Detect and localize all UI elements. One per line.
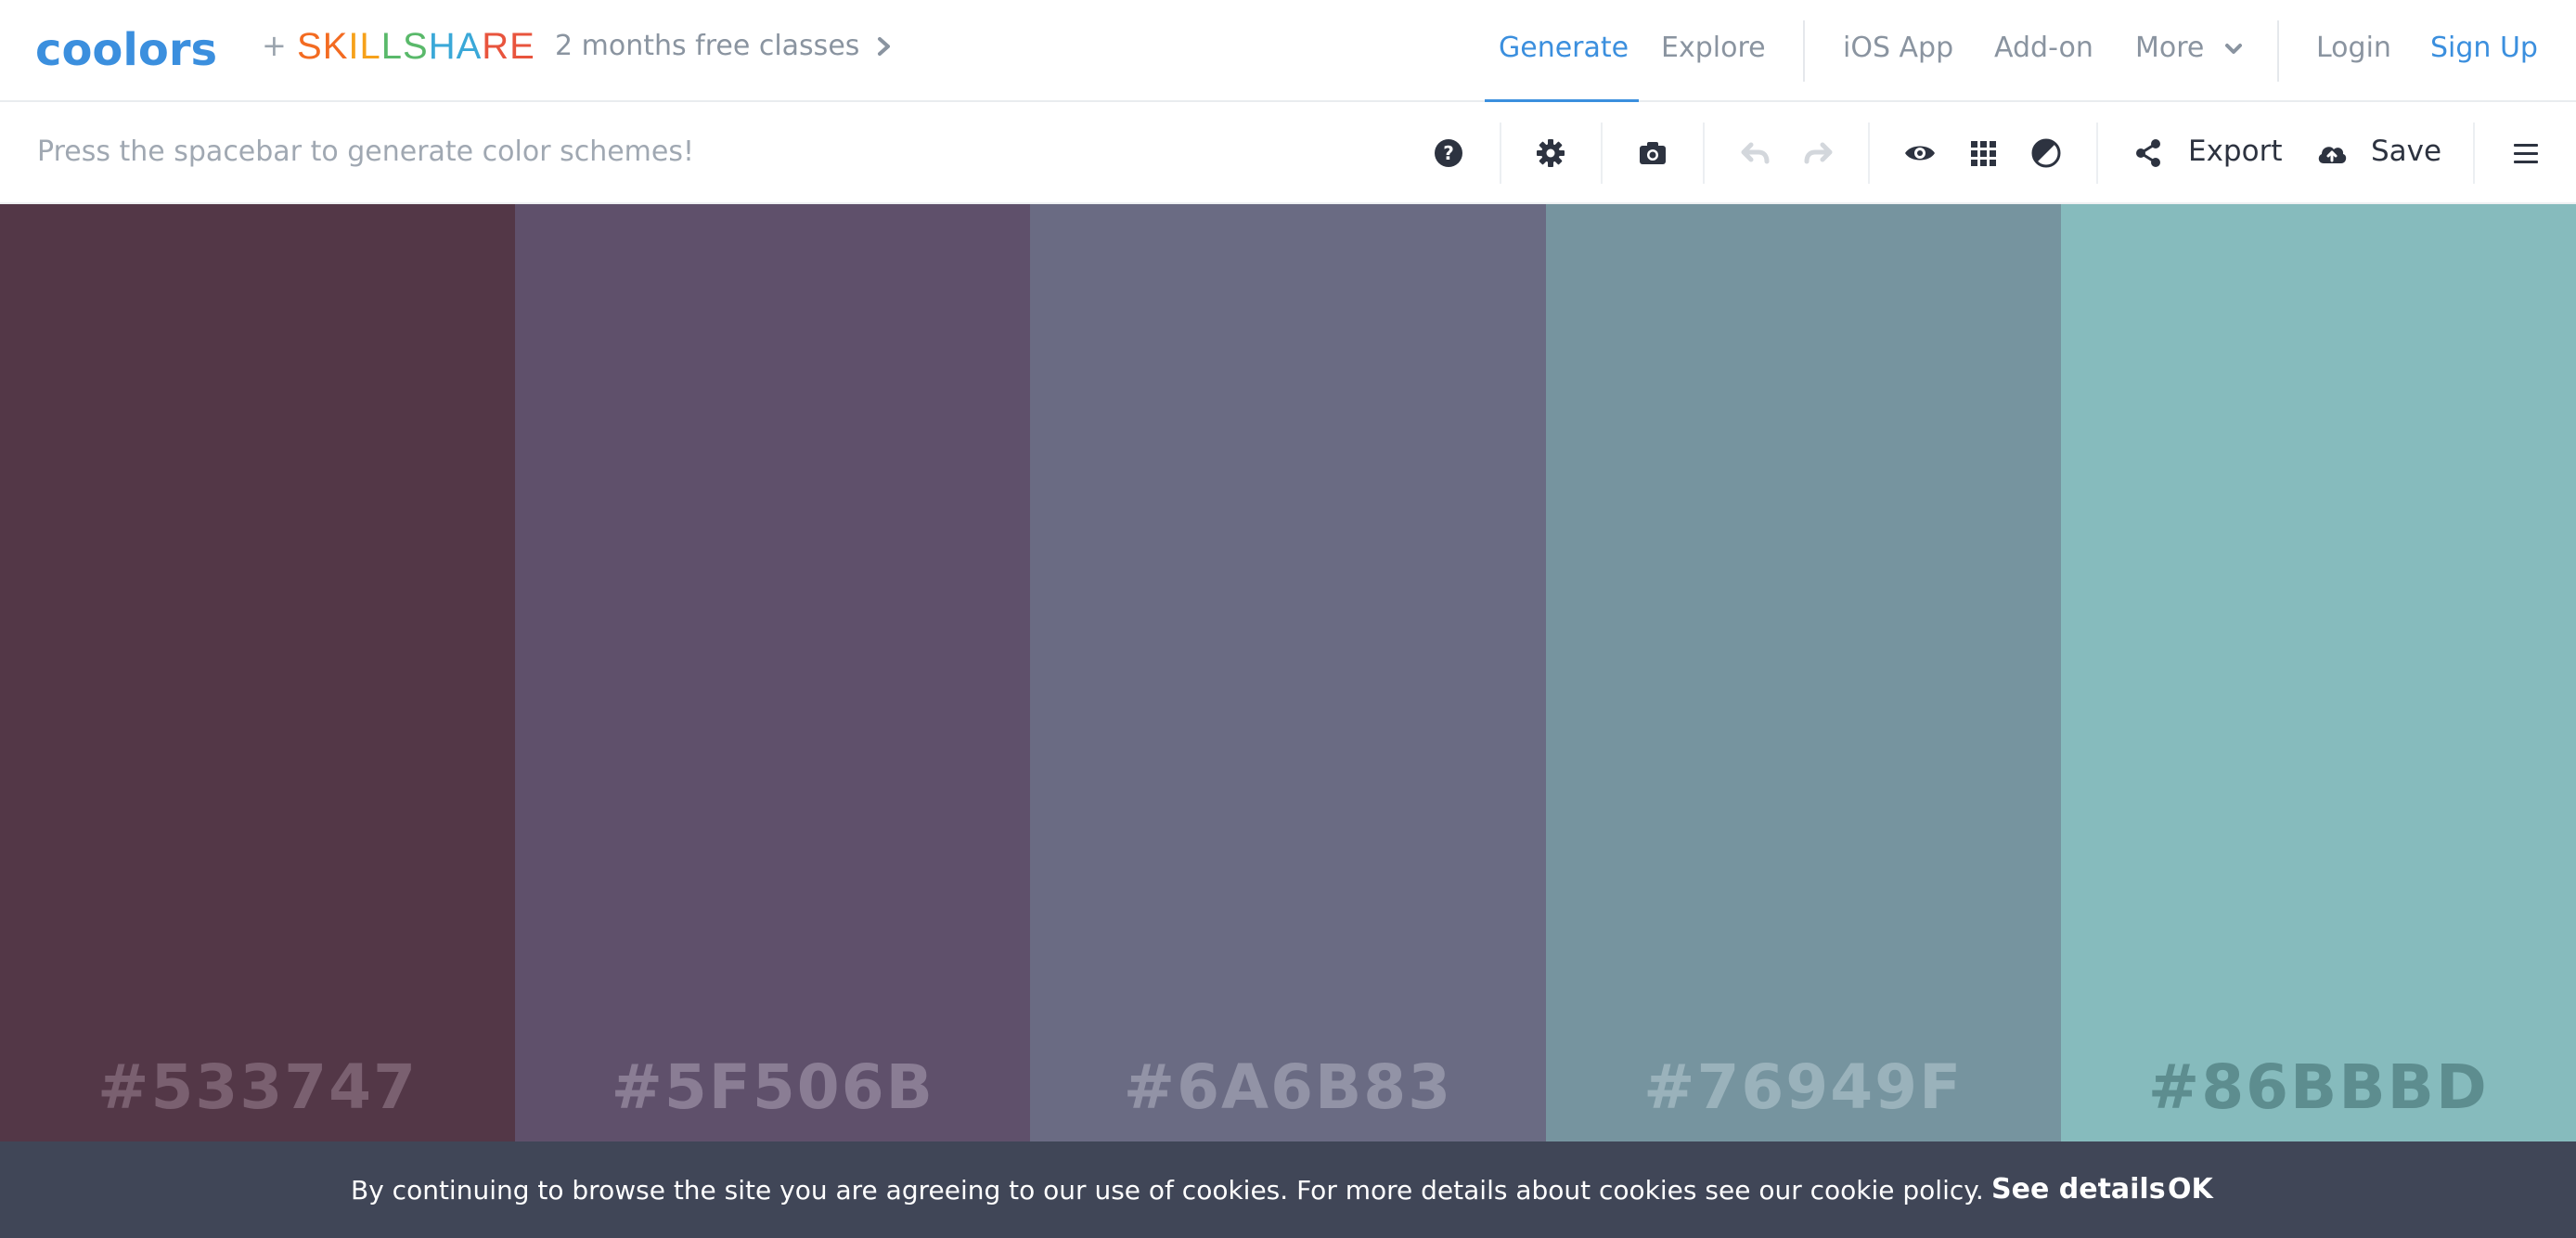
nav-more[interactable]: More [2135, 32, 2243, 64]
color-swatch[interactable]: #6A6B83 [1030, 204, 1546, 1141]
toolbar-divider [1868, 123, 1870, 184]
menu-icon[interactable] [2508, 135, 2544, 171]
top-navigation-bar: coolors + SKILLSHARE 2 months free class… [0, 0, 2576, 102]
chevron-right-icon [878, 36, 891, 56]
export-button[interactable]: Export [2188, 135, 2282, 168]
toolbar-divider [2096, 123, 2098, 184]
promo-text: 2 months free classes [555, 30, 860, 62]
logo-text: coolors [35, 26, 217, 72]
color-swatch[interactable]: #86BBBD [2060, 204, 2576, 1141]
share-icon[interactable] [2131, 135, 2166, 171]
nav-addon[interactable]: Add-on [1994, 32, 2093, 64]
toolbar-divider [1601, 123, 1603, 184]
color-swatch[interactable]: #76949F [1545, 204, 2061, 1141]
contrast-icon[interactable] [2029, 135, 2064, 171]
hex-code-label[interactable]: #86BBBD [2061, 1051, 2576, 1123]
color-swatch[interactable]: #5F506B [515, 204, 1031, 1141]
coolors-logo[interactable]: coolors [35, 26, 243, 72]
nav-divider [2277, 20, 2279, 82]
chevron-down-icon [2224, 43, 2242, 54]
save-button[interactable]: Save [2371, 135, 2441, 168]
toolbar-divider [1703, 123, 1705, 184]
hex-code-label[interactable]: #6A6B83 [1030, 1051, 1545, 1123]
cookie-banner: By continuing to browse the site you are… [0, 1141, 2576, 1238]
redo-icon[interactable] [1800, 135, 1835, 171]
spacebar-hint: Press the spacebar to generate color sch… [37, 135, 695, 168]
toolbar-divider [2473, 123, 2475, 184]
color-palette: #533747 #5F506B #6A6B83 #76949F #86BBBD [0, 204, 2576, 1141]
nav-divider [1803, 20, 1805, 82]
hex-code-label[interactable]: #76949F [1546, 1051, 2061, 1123]
color-swatch[interactable]: #533747 [0, 204, 516, 1141]
skillshare-logo[interactable]: SKILLSHARE [297, 26, 535, 68]
cookie-message: By continuing to browse the site you are… [351, 1175, 1984, 1206]
plus-sign: + [262, 28, 287, 63]
grid-icon[interactable] [1965, 135, 2001, 171]
nav-explore[interactable]: Explore [1661, 32, 1766, 64]
nav-more-label: More [2135, 32, 2205, 64]
nav-signup[interactable]: Sign Up [2430, 32, 2538, 64]
help-icon[interactable]: ? [1431, 135, 1466, 171]
toolbar-divider [1500, 123, 1501, 184]
view-icon[interactable] [1902, 135, 1938, 171]
nav-ios-app[interactable]: iOS App [1843, 32, 1953, 64]
svg-text:?: ? [1443, 142, 1454, 164]
cloud-upload-icon[interactable] [2314, 135, 2350, 171]
camera-icon[interactable] [1635, 135, 1670, 171]
undo-icon[interactable] [1738, 135, 1773, 171]
nav-generate[interactable]: Generate [1499, 32, 1629, 64]
see-details-link[interactable]: See details [1991, 1173, 2166, 1206]
nav-login[interactable]: Login [2316, 32, 2391, 64]
promo-link[interactable]: 2 months free classes [555, 30, 893, 62]
cookie-ok-button[interactable]: OK [2168, 1173, 2213, 1206]
hex-code-label[interactable]: #533747 [0, 1051, 515, 1123]
settings-icon[interactable] [1533, 135, 1568, 171]
hex-code-label[interactable]: #5F506B [515, 1051, 1030, 1123]
toolbar: Press the spacebar to generate color sch… [0, 102, 2576, 204]
